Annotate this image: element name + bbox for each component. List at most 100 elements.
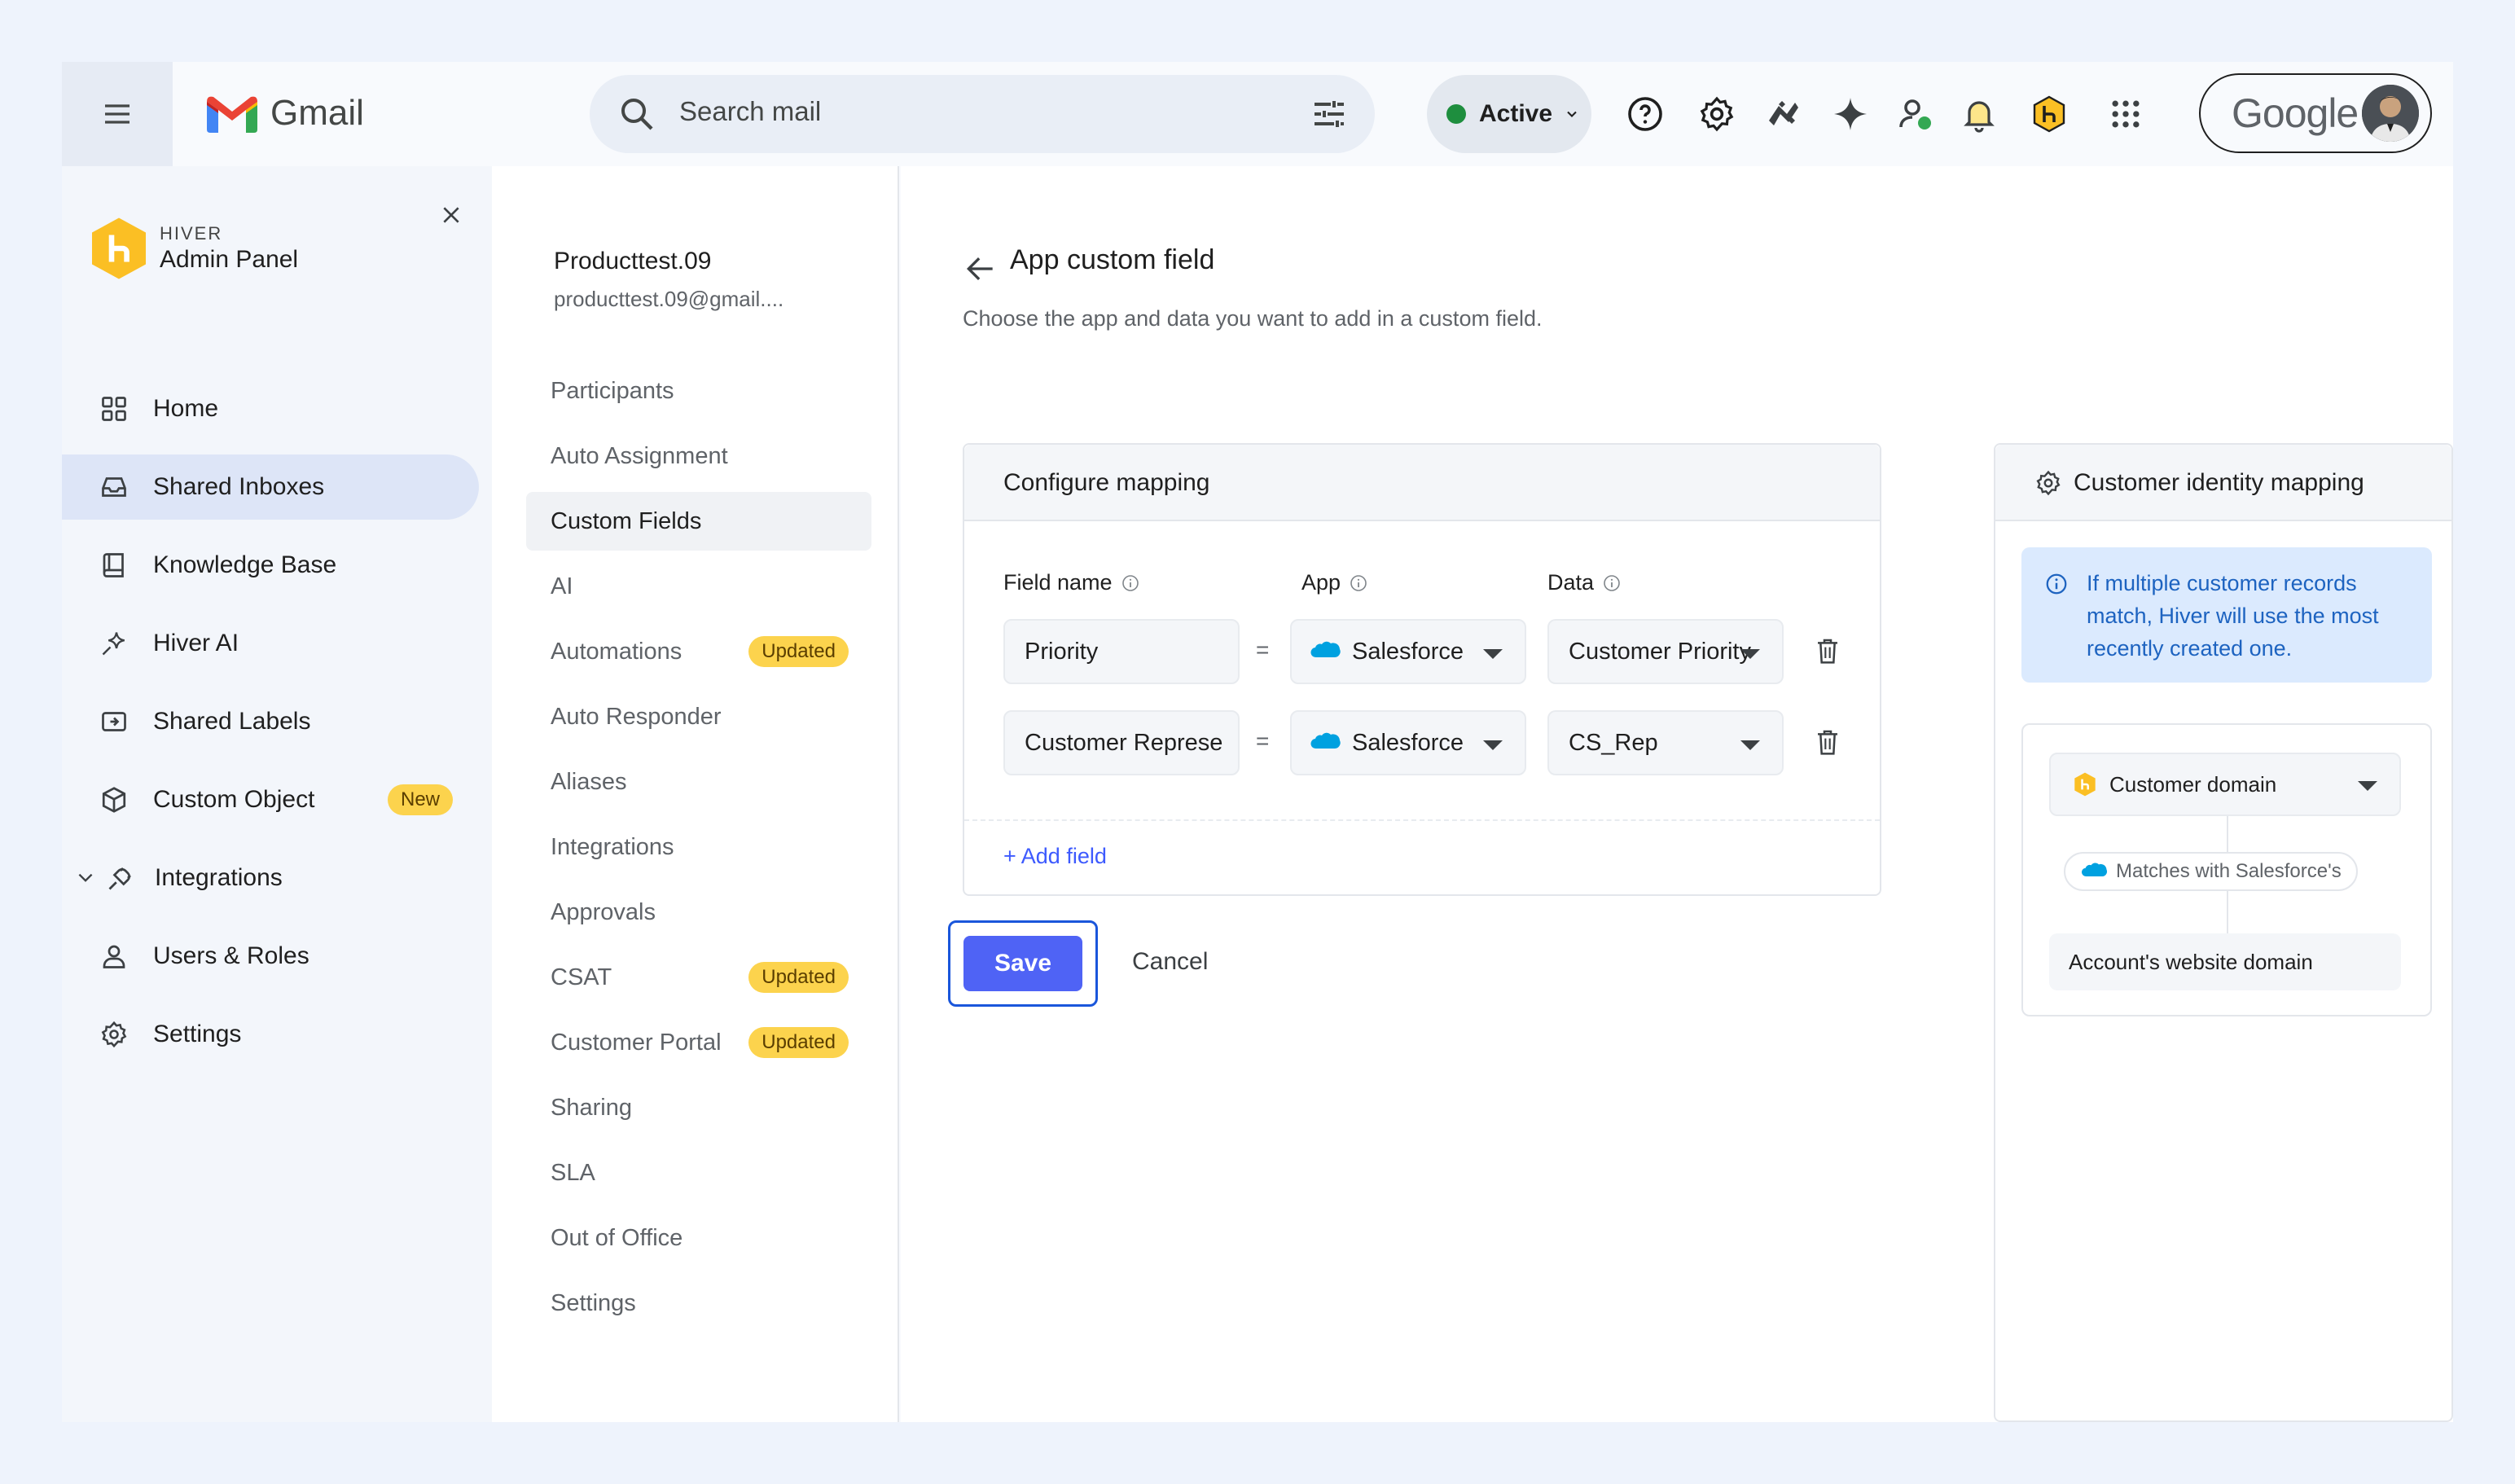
- card-header: Configure mapping: [964, 445, 1880, 521]
- gear-icon: [98, 1018, 130, 1051]
- close-icon: [443, 207, 459, 223]
- settings-item-auto-responder[interactable]: Auto Responder: [526, 687, 871, 746]
- app-header: App: [1301, 570, 1368, 595]
- panel-header: Customer identity mapping: [1995, 445, 2451, 521]
- contacts-status-icon[interactable]: [1896, 94, 1935, 134]
- save-button[interactable]: Save: [963, 936, 1082, 991]
- gmail-logo[interactable]: Gmail: [207, 93, 364, 134]
- hiver-logo-icon: [92, 217, 146, 279]
- inbox-email: producttest.09@gmail....: [554, 287, 784, 311]
- status-dropdown[interactable]: Active: [1427, 75, 1591, 153]
- settings-item-approvals[interactable]: Approvals: [526, 883, 871, 942]
- settings-item-customer-portal[interactable]: Customer Portal Updated: [526, 1013, 871, 1072]
- settings-item-settings[interactable]: Settings: [526, 1274, 871, 1333]
- sidebar-item-users-roles[interactable]: Users & Roles: [62, 924, 479, 989]
- column-label: Field name: [1003, 570, 1113, 595]
- search-input[interactable]: Search mail: [679, 96, 821, 127]
- settings-item-label: Automations: [551, 638, 683, 665]
- settings-item-auto-assignment[interactable]: Auto Assignment: [526, 427, 871, 485]
- status-dot: [1446, 104, 1466, 124]
- main-menu-button[interactable]: [62, 62, 173, 166]
- sparkle-icon: [98, 627, 130, 660]
- inbox-settings-column: Producttest.09 producttest.09@gmail.... …: [492, 166, 899, 1422]
- google-apps-grid-icon[interactable]: [2106, 94, 2145, 134]
- chevron-down-icon: [1567, 111, 1577, 117]
- delete-row-button[interactable]: [1811, 727, 1844, 759]
- data-select[interactable]: CS_Rep: [1547, 710, 1784, 775]
- trash-icon: [1818, 730, 1837, 755]
- settings-item-label: Sharing: [551, 1094, 632, 1121]
- app-frame: Gmail Search mail Active Google HIVER Ad…: [62, 62, 2453, 1422]
- field-name-input[interactable]: Priority: [1003, 619, 1240, 684]
- cancel-button[interactable]: Cancel: [1132, 948, 1208, 976]
- sidebar-item-label: Shared Inboxes: [153, 473, 325, 500]
- settings-item-csat[interactable]: CSAT Updated: [526, 948, 871, 1007]
- settings-item-aliases[interactable]: Aliases: [526, 753, 871, 811]
- hiver-logo: [90, 217, 148, 280]
- settings-item-custom-fields[interactable]: Custom Fields: [526, 492, 871, 551]
- field-name-input[interactable]: Customer Represe: [1003, 710, 1240, 775]
- sidebar-item-settings[interactable]: Settings: [62, 1002, 479, 1067]
- settings-item-out-of-office[interactable]: Out of Office: [526, 1209, 871, 1267]
- sidebar-item-hiver-ai[interactable]: Hiver AI: [62, 611, 479, 676]
- sidebar-item-knowledge-base[interactable]: Knowledge Base: [62, 533, 479, 598]
- settings-item-label: Custom Fields: [551, 507, 702, 534]
- caret-down-icon: [2358, 781, 2377, 791]
- updated-badge: Updated: [748, 636, 849, 667]
- customer-domain-select[interactable]: Customer domain: [2049, 753, 2401, 816]
- google-account-button[interactable]: Google: [2199, 73, 2432, 153]
- settings-icon[interactable]: [1697, 94, 1736, 134]
- settings-item-automations[interactable]: Automations Updated: [526, 622, 871, 681]
- app-select[interactable]: Salesforce: [1290, 710, 1526, 775]
- settings-item-label: CSAT: [551, 964, 612, 990]
- save-button-focus-ring: Save: [948, 920, 1098, 1007]
- hiver-icon[interactable]: [2030, 94, 2069, 134]
- sidebar-item-label: Shared Labels: [153, 708, 311, 735]
- sidebar-item-custom-object[interactable]: Custom Object New: [62, 767, 479, 832]
- configure-mapping-card: Configure mapping Field name App Data Pr…: [963, 443, 1881, 896]
- help-icon[interactable]: [1626, 94, 1665, 134]
- back-arrow-icon[interactable]: [963, 251, 999, 287]
- sidebar-item-shared-labels[interactable]: Shared Labels: [62, 689, 479, 754]
- notifications-bell-icon[interactable]: [1960, 94, 1999, 134]
- settings-item-ai[interactable]: AI: [526, 557, 871, 616]
- info-icon[interactable]: [1349, 573, 1368, 593]
- sidebar-item-integrations[interactable]: Integrations: [62, 845, 479, 911]
- add-field-link[interactable]: + Add field: [1003, 844, 1107, 869]
- search-bar[interactable]: Search mail: [590, 75, 1375, 153]
- data-value: Customer Priority: [1569, 638, 1751, 665]
- sidebar-item-label: Home: [153, 395, 219, 422]
- settings-item-sharing[interactable]: Sharing: [526, 1078, 871, 1137]
- data-select[interactable]: Customer Priority: [1547, 619, 1784, 684]
- settings-item-label: Participants: [551, 377, 674, 404]
- cube-icon: [98, 784, 130, 816]
- identity-mapping-card: Customer domain Matches with Salesforce'…: [2021, 723, 2432, 1016]
- sidebar-item-home[interactable]: Home: [62, 376, 479, 441]
- updated-badge: Updated: [748, 1027, 849, 1058]
- settings-item-integrations[interactable]: Integrations: [526, 818, 871, 876]
- info-icon[interactable]: [1602, 573, 1622, 593]
- caret-down-icon: [1483, 740, 1503, 750]
- chevron-down-icon[interactable]: [75, 867, 96, 889]
- label-icon: [98, 705, 130, 738]
- settings-item-sla[interactable]: SLA: [526, 1144, 871, 1202]
- status-label: Active: [1479, 100, 1553, 127]
- settings-item-label: Approvals: [551, 898, 656, 925]
- gemini-sparkle-icon[interactable]: [1831, 94, 1870, 134]
- sidebar-item-shared-inboxes[interactable]: Shared Inboxes: [62, 454, 479, 520]
- settings-item-label: Aliases: [551, 768, 627, 795]
- page-title: App custom field: [1010, 244, 1215, 275]
- salesforce-icon: [1310, 641, 1341, 658]
- close-panel-button[interactable]: [435, 199, 467, 231]
- book-icon: [98, 549, 130, 582]
- info-text: If multiple customer records match, Hive…: [2087, 571, 2379, 661]
- app-value: Salesforce: [1352, 729, 1464, 756]
- search-icon[interactable]: [617, 94, 656, 134]
- app-select[interactable]: Salesforce: [1290, 619, 1526, 684]
- search-options-icon[interactable]: [1310, 94, 1349, 134]
- apps-extension-icon[interactable]: [1764, 94, 1803, 134]
- delete-row-button[interactable]: [1811, 635, 1844, 668]
- info-icon[interactable]: [1121, 573, 1140, 593]
- caret-down-icon: [1740, 740, 1760, 750]
- settings-item-participants[interactable]: Participants: [526, 362, 871, 420]
